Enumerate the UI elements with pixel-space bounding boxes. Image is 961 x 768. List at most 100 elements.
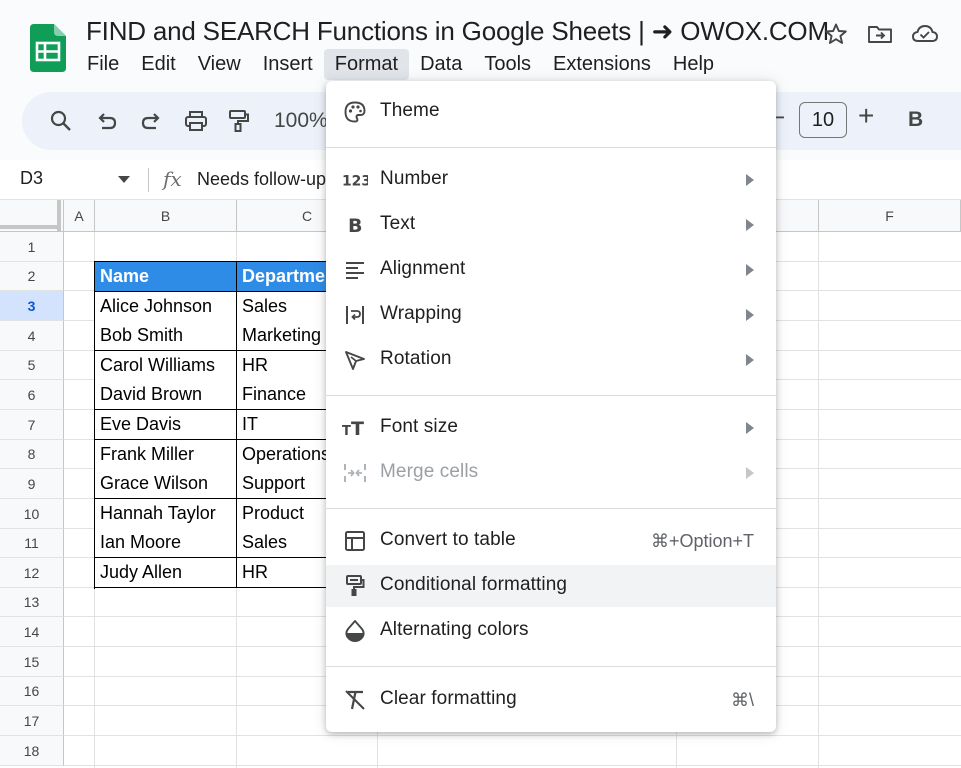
row-header-5[interactable]: 5	[0, 351, 64, 380]
menu-item-alternating-colors[interactable]: Alternating colors	[326, 610, 776, 652]
menu-insert[interactable]: Insert	[252, 49, 324, 80]
menu-help[interactable]: Help	[662, 49, 725, 80]
document-title[interactable]: FIND and SEARCH Functions in Google Shee…	[86, 16, 829, 47]
row-header-11[interactable]: 11	[0, 529, 64, 558]
menu-item-number[interactable]: 123 Number	[326, 159, 776, 201]
star-icon[interactable]	[822, 20, 850, 48]
sheets-logo-icon[interactable]	[30, 24, 66, 72]
submenu-arrow-icon	[746, 219, 754, 231]
menu-item-theme[interactable]: Theme	[326, 91, 776, 133]
row-header-18[interactable]: 18	[0, 736, 64, 766]
row-header-2[interactable]: 2	[0, 262, 64, 291]
undo-icon[interactable]	[92, 106, 122, 136]
table-cell-department[interactable]: Marketing	[237, 321, 329, 351]
menu-item-convert-to-table[interactable]: Convert to table ⌘+Option+T	[326, 520, 776, 562]
menu-item-clear-formatting[interactable]: Clear formatting ⌘\	[326, 679, 776, 721]
paint-format-icon[interactable]	[224, 106, 254, 136]
row-header-17[interactable]: 17	[0, 706, 64, 736]
row-header-8[interactable]: 8	[0, 440, 64, 469]
table-cell-department[interactable]: HR	[237, 351, 329, 381]
table-cell-name[interactable]: Carol Williams	[95, 351, 237, 381]
table-cell-name[interactable]: Hannah Taylor	[95, 499, 237, 529]
menu-bar: File Edit View Insert Format Data Tools …	[76, 49, 725, 81]
menu-separator	[326, 666, 776, 667]
keyboard-shortcut: ⌘+Option+T	[650, 531, 754, 551]
menu-separator	[326, 147, 776, 148]
redo-icon[interactable]	[136, 106, 166, 136]
table-cell-department[interactable]: HR	[237, 558, 329, 588]
table-cell-name[interactable]: Ian Moore	[95, 528, 237, 558]
menu-data[interactable]: Data	[409, 49, 473, 80]
chevron-down-icon[interactable]	[118, 176, 130, 183]
name-box[interactable]: D3	[20, 168, 43, 189]
menu-item-alignment[interactable]: Alignment	[326, 249, 776, 291]
menu-format[interactable]: Format	[323, 49, 410, 80]
table-cell-department[interactable]: Finance	[237, 380, 329, 410]
table-cell-name[interactable]: Alice Johnson	[95, 292, 237, 322]
clear-formatting-icon	[342, 688, 368, 712]
menu-tools[interactable]: Tools	[473, 49, 542, 80]
move-to-folder-icon[interactable]	[866, 20, 894, 48]
increase-font-size-button[interactable]: +	[858, 100, 874, 132]
keyboard-shortcut: ⌘\	[730, 690, 754, 710]
row-header-9[interactable]: 9	[0, 469, 64, 499]
menu-item-label: Font size	[380, 416, 458, 437]
table-cell-name[interactable]: Grace Wilson	[95, 469, 237, 499]
table-cell-department[interactable]: Support	[237, 469, 329, 499]
table-cell-name[interactable]: David Brown	[95, 380, 237, 410]
row-header-12[interactable]: 12	[0, 558, 64, 588]
row-header-1[interactable]: 1	[0, 232, 64, 262]
menu-view[interactable]: View	[187, 49, 252, 80]
search-menus-icon[interactable]	[46, 106, 76, 136]
row-header-6[interactable]: 6	[0, 380, 64, 410]
row-header-3[interactable]: 3	[0, 291, 64, 321]
menu-file[interactable]: File	[76, 49, 130, 80]
table-cell-name[interactable]: Judy Allen	[95, 558, 237, 588]
select-all-corner[interactable]	[0, 200, 64, 232]
menu-item-text[interactable]: B Text	[326, 204, 776, 246]
table-header-name[interactable]: Name	[95, 262, 237, 292]
print-icon[interactable]	[181, 106, 211, 136]
table-cell-department[interactable]: Sales	[237, 292, 329, 322]
menu-item-label: Alignment	[380, 258, 466, 279]
menu-item-conditional-formatting[interactable]: Conditional formatting	[326, 565, 776, 607]
menu-extensions[interactable]: Extensions	[542, 49, 662, 80]
menu-item-label: Convert to table	[380, 529, 516, 550]
table-header-department[interactable]: Departme	[237, 262, 329, 292]
column-header-a[interactable]: A	[64, 200, 95, 232]
column-header-f[interactable]: F	[819, 200, 961, 232]
formula-input[interactable]: Needs follow-up	[197, 169, 326, 190]
menu-item-label: Conditional formatting	[380, 574, 568, 595]
bold-button[interactable]: B	[908, 108, 923, 132]
font-size-input[interactable]: 10	[799, 102, 847, 138]
row-header-13[interactable]: 13	[0, 588, 64, 617]
menu-item-rotation[interactable]: Rotation	[326, 339, 776, 381]
data-table: Name Departme Alice Johnson Sales Bob Smit…	[94, 261, 329, 589]
row-header-14[interactable]: 14	[0, 617, 64, 647]
row-header-4[interactable]: 4	[0, 321, 64, 351]
row-header-10[interactable]: 10	[0, 499, 64, 529]
row-header-16[interactable]: 16	[0, 677, 64, 706]
column-header-b[interactable]: B	[95, 200, 237, 232]
table-cell-name[interactable]: Frank Miller	[95, 440, 237, 470]
menu-item-merge-cells[interactable]: Merge cells	[326, 452, 776, 494]
table-cell-department[interactable]: Operations	[237, 440, 329, 470]
table-icon	[342, 529, 368, 553]
table-cell-department[interactable]: Sales	[237, 528, 329, 558]
menu-item-label: Rotation	[380, 348, 452, 369]
table-cell-department[interactable]: Product	[237, 499, 329, 529]
freeze-row-handle[interactable]	[0, 225, 60, 229]
table-cell-department[interactable]: IT	[237, 410, 329, 440]
table-cell-name[interactable]: Bob Smith	[95, 321, 237, 351]
menu-item-label: Text	[380, 213, 416, 234]
row-header-15[interactable]: 15	[0, 647, 64, 677]
menu-edit[interactable]: Edit	[130, 49, 186, 80]
zoom-level[interactable]: 100%	[274, 109, 328, 133]
table-cell-name[interactable]: Eve Davis	[95, 410, 237, 440]
row-header-7[interactable]: 7	[0, 410, 64, 440]
menu-item-wrapping[interactable]: Wrapping	[326, 294, 776, 336]
color-drop-icon	[342, 619, 368, 643]
menu-item-font-size[interactable]: TT Font size	[326, 407, 776, 449]
menu-item-label: Merge cells	[380, 461, 479, 482]
cloud-saved-icon[interactable]	[911, 20, 939, 48]
